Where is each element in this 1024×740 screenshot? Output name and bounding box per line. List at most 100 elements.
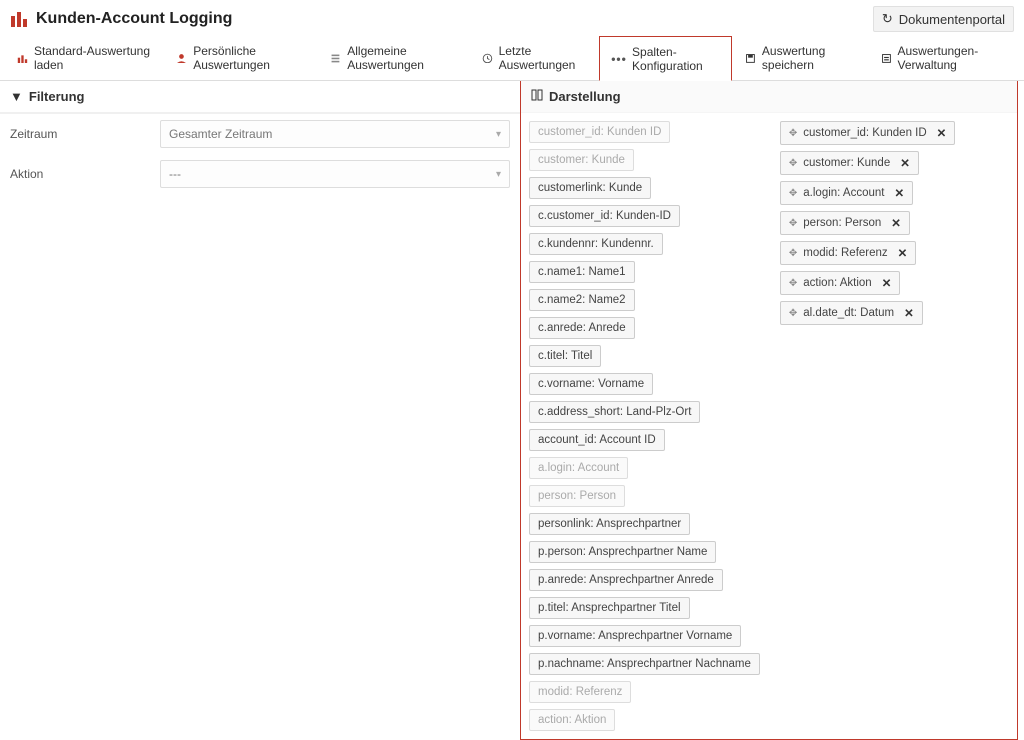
toolbar-label: Allgemeine Auswertungen (347, 44, 455, 72)
available-column-chip: customer_id: Kunden ID (529, 121, 670, 143)
available-column-chip[interactable]: p.anrede: Ansprechpartner Anrede (529, 569, 723, 591)
chip-label: c.name1: Name1 (538, 266, 626, 278)
chip-label: person: Person (803, 217, 881, 229)
available-column-chip[interactable]: p.vorname: Ansprechpartner Vorname (529, 625, 741, 647)
filter-heading-label: Filterung (29, 89, 85, 104)
doc-portal-button[interactable]: ↻ Dokumentenportal (873, 6, 1014, 32)
chip-label: customer: Kunde (538, 154, 625, 166)
toolbar-persoenliche[interactable]: Persönliche Auswertungen (163, 36, 317, 80)
available-column-chip: customer: Kunde (529, 149, 634, 171)
drag-handle-icon[interactable]: ✥ (789, 278, 797, 289)
remove-icon[interactable]: ✕ (878, 276, 892, 290)
user-icon (176, 51, 187, 65)
available-column-chip[interactable]: c.titel: Titel (529, 345, 601, 367)
toolbar-label: Spalten-Konfiguration (632, 45, 719, 73)
filter-row-zeitraum: Zeitraum Gesamter Zeitraum ▾ (0, 114, 520, 154)
doc-portal-label: Dokumentenportal (899, 12, 1005, 27)
aktion-select[interactable]: --- ▾ (160, 160, 510, 188)
selected-columns: ✥customer_id: Kunden ID✕✥customer: Kunde… (780, 121, 1009, 731)
available-column-chip[interactable]: c.vorname: Vorname (529, 373, 653, 395)
available-columns: customer_id: Kunden ID customer: Kunde cus… (529, 121, 760, 731)
dots-icon: ••• (612, 52, 626, 66)
drag-handle-icon[interactable]: ✥ (789, 128, 797, 139)
chip-label: modid: Referenz (803, 247, 887, 259)
darstellung-heading-label: Darstellung (549, 89, 621, 104)
selected-column-chip[interactable]: ✥ modid: Referenz ✕ (780, 241, 916, 265)
toolbar-spalten-konfig[interactable]: ••• Spalten-Konfiguration (599, 36, 732, 81)
available-column-chip[interactable]: c.customer_id: Kunden-ID (529, 205, 680, 227)
available-column-chip[interactable]: c.address_short: Land-Plz-Ort (529, 401, 700, 423)
chip-label: p.vorname: Ansprechpartner Vorname (538, 630, 732, 642)
clock-icon (482, 51, 493, 65)
filter-row-aktion: Aktion --- ▾ (0, 154, 520, 194)
chip-label: c.customer_id: Kunden-ID (538, 210, 671, 222)
toolbar-speichern[interactable]: Auswertung speichern (732, 36, 868, 80)
chip-label: al.date_dt: Datum (803, 307, 894, 319)
chip-label: p.person: Ansprechpartner Name (538, 546, 707, 558)
chip-label: c.kundennr: Kundennr. (538, 238, 654, 250)
chip-label: customer_id: Kunden ID (538, 126, 661, 138)
remove-icon[interactable]: ✕ (933, 126, 947, 140)
chip-label: action: Aktion (538, 714, 606, 726)
available-column-chip: action: Aktion (529, 709, 615, 731)
select-value: --- (169, 167, 181, 181)
zeitraum-select[interactable]: Gesamter Zeitraum ▾ (160, 120, 510, 148)
chip-label: person: Person (538, 490, 616, 502)
drag-handle-icon[interactable]: ✥ (789, 158, 797, 169)
selected-column-chip[interactable]: ✥ person: Person ✕ (780, 211, 910, 235)
toolbar-letzte[interactable]: Letzte Auswertungen (469, 36, 599, 80)
chip-label: c.anrede: Anrede (538, 322, 626, 334)
toolbar-allgemeine[interactable]: Allgemeine Auswertungen (317, 36, 468, 80)
columns-icon (531, 89, 543, 104)
toolbar: Standard-Auswertung laden Persönliche Au… (0, 36, 1024, 81)
selected-column-chip[interactable]: ✥a.login: Account✕ (780, 181, 913, 205)
available-column-chip[interactable]: p.titel: Ansprechpartner Titel (529, 597, 690, 619)
remove-icon[interactable]: ✕ (896, 156, 910, 170)
toolbar-label: Standard-Auswertung laden (34, 44, 150, 72)
available-column-chip[interactable]: c.name2: Name2 (529, 289, 635, 311)
filter-label: Aktion (10, 167, 150, 181)
remove-icon[interactable]: ✕ (900, 306, 914, 320)
drag-handle-icon[interactable]: ✥ (789, 218, 797, 229)
manage-icon (881, 51, 892, 65)
available-column-chip[interactable]: personlink: Ansprechpartner (529, 513, 690, 535)
drag-handle-icon[interactable]: ✥ (789, 248, 797, 259)
chip-label: p.titel: Ansprechpartner Titel (538, 602, 681, 614)
chip-label: action: Aktion (803, 277, 871, 289)
selected-column-chip[interactable]: ✥ customer_id: Kunden ID ✕ (780, 121, 955, 145)
selected-column-chip[interactable]: ✥ al.date_dt: Datum ✕ (780, 301, 923, 325)
list-icon (330, 51, 341, 65)
toolbar-label: Persönliche Auswertungen (193, 44, 304, 72)
filter-heading: ▼ Filterung (0, 81, 520, 114)
drag-handle-icon[interactable]: ✥ (789, 308, 797, 319)
chip-label: personlink: Ansprechpartner (538, 518, 681, 530)
chip-label: customer_id: Kunden ID (803, 127, 926, 139)
toolbar-standard-auswertung[interactable]: Standard-Auswertung laden (4, 36, 163, 80)
save-icon (745, 51, 756, 65)
selected-column-chip[interactable]: ✥ action: Aktion ✕ (780, 271, 900, 295)
selected-column-chip[interactable]: ✥customer: Kunde✕ (780, 151, 919, 175)
chip-label: c.vorname: Vorname (538, 378, 644, 390)
available-column-chip[interactable]: c.name1: Name1 (529, 261, 635, 283)
available-column-chip: a.login: Account (529, 457, 628, 479)
remove-icon[interactable]: ✕ (890, 186, 904, 200)
available-column-chip[interactable]: c.anrede: Anrede (529, 317, 635, 339)
app-logo-icon (10, 10, 28, 28)
chip-label: account_id: Account ID (538, 434, 656, 446)
available-column-chip[interactable]: account_id: Account ID (529, 429, 665, 451)
available-column-chip[interactable]: p.nachname: Ansprechpartner Nachname (529, 653, 760, 675)
available-column-chip[interactable]: customerlink: Kunde (529, 177, 651, 199)
remove-icon[interactable]: ✕ (887, 216, 901, 230)
drag-handle-icon[interactable]: ✥ (789, 188, 797, 199)
toolbar-verwaltung[interactable]: Auswertungen-Verwaltung (868, 36, 1020, 80)
darstellung-panel: Darstellung customer_id: Kunden IDcustom… (520, 81, 1018, 740)
toolbar-label: Auswertungen-Verwaltung (897, 44, 1007, 72)
header: Kunden-Account Logging ↻ Dokumentenporta… (0, 0, 1024, 36)
chip-label: c.address_short: Land-Plz-Ort (538, 406, 691, 418)
available-column-chip[interactable]: c.kundennr: Kundennr. (529, 233, 663, 255)
toolbar-label: Auswertung speichern (762, 44, 855, 72)
remove-icon[interactable]: ✕ (894, 246, 908, 260)
available-column-chip: person: Person (529, 485, 625, 507)
chip-label: p.nachname: Ansprechpartner Nachname (538, 658, 751, 670)
chevron-down-icon: ▾ (496, 169, 501, 180)
